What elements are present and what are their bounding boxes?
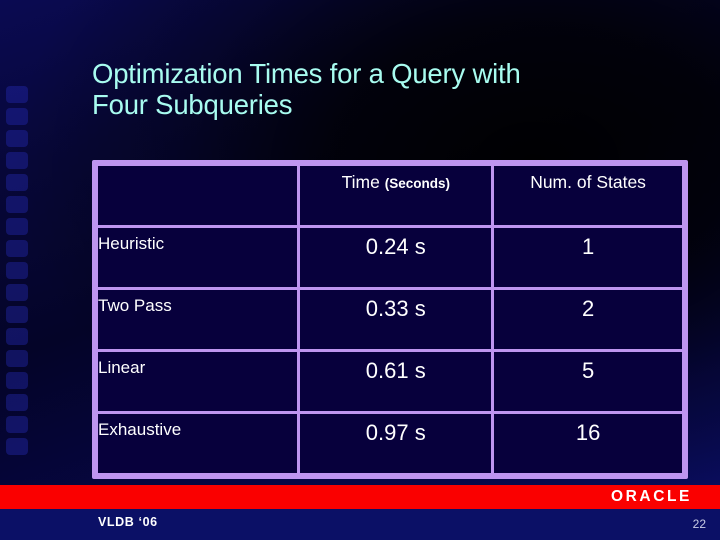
decorative-square <box>6 284 28 301</box>
table-row: Two Pass 0.33 s 2 <box>98 290 682 349</box>
cell-num-states: 5 <box>494 352 682 411</box>
decorative-square <box>6 328 28 345</box>
cell-method: Linear <box>98 352 298 411</box>
decorative-square <box>6 174 28 191</box>
cell-time: 0.24 s <box>300 228 492 287</box>
cell-num-states: 1 <box>494 228 682 287</box>
cell-method: Two Pass <box>98 290 298 349</box>
cell-time: 0.97 s <box>300 414 492 473</box>
table-row: Linear 0.61 s 5 <box>98 352 682 411</box>
table-row: Exhaustive 0.97 s 16 <box>98 414 682 473</box>
cell-num-states: 2 <box>494 290 682 349</box>
decorative-square <box>6 306 28 323</box>
cell-method: Exhaustive <box>98 414 298 473</box>
decorative-square <box>6 130 28 147</box>
decorative-square <box>6 196 28 213</box>
cell-time: 0.61 s <box>300 352 492 411</box>
header-time-main: Time <box>341 172 380 192</box>
decorative-square <box>6 152 28 169</box>
decorative-left-strip <box>6 86 28 466</box>
header-cell-time: Time (Seconds) <box>300 166 492 225</box>
decorative-square <box>6 218 28 235</box>
decorative-square <box>6 240 28 257</box>
decorative-square <box>6 86 28 103</box>
decorative-square <box>6 416 28 433</box>
decorative-square <box>6 394 28 411</box>
decorative-square <box>6 108 28 125</box>
results-table: Time (Seconds) Num. of States Heuristic … <box>92 160 688 479</box>
decorative-square <box>6 438 28 455</box>
decorative-square <box>6 262 28 279</box>
table-row: Heuristic 0.24 s 1 <box>98 228 682 287</box>
slide-canvas: Optimization Times for a Query with Four… <box>0 0 720 540</box>
cell-time: 0.33 s <box>300 290 492 349</box>
slide-title: Optimization Times for a Query with Four… <box>92 58 521 120</box>
table-header-row: Time (Seconds) Num. of States <box>98 166 682 225</box>
decorative-square <box>6 350 28 367</box>
cell-method: Heuristic <box>98 228 298 287</box>
results-table-container: Time (Seconds) Num. of States Heuristic … <box>92 160 688 479</box>
footer-conference-label: VLDB ‘06 <box>98 515 158 529</box>
decorative-square <box>6 372 28 389</box>
header-cell-method <box>98 166 298 225</box>
header-time-unit: (Seconds) <box>384 176 450 191</box>
header-cell-num-states: Num. of States <box>494 166 682 225</box>
page-number: 22 <box>692 517 706 531</box>
cell-num-states: 16 <box>494 414 682 473</box>
oracle-logo: ORACLE <box>610 488 692 505</box>
